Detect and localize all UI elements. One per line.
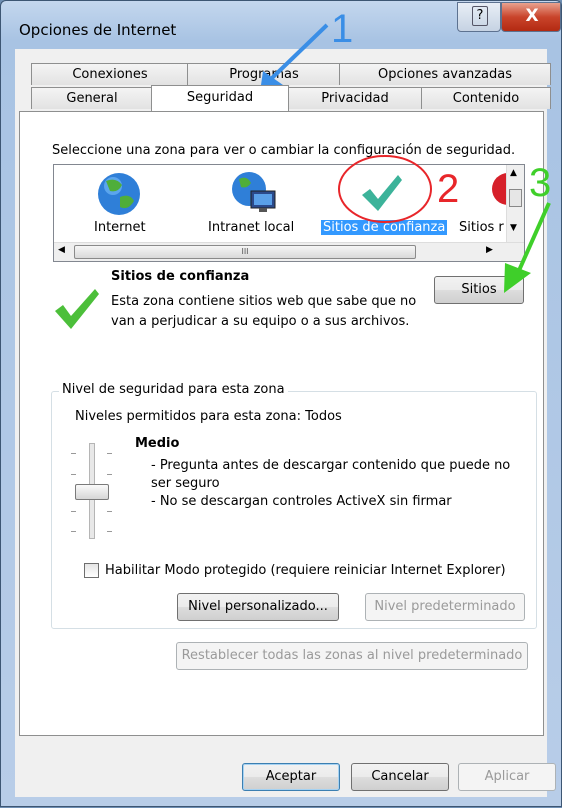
default-level-button[interactable]: Nivel predeterminado [365,593,525,621]
dialog-window: Opciones de Internet ? X Conexiones Prog… [0,0,562,807]
tab-privacidad[interactable]: Privacidad [287,87,423,109]
tab-contenido[interactable]: Contenido [421,87,551,109]
ok-button[interactable]: Aceptar [242,763,340,791]
custom-level-button[interactable]: Nivel personalizado... [177,593,339,621]
security-level-detail-3: - No se descargan controles ActiveX sin … [151,494,452,509]
scroll-right-icon[interactable]: ▶ [486,245,493,255]
scroll-left-icon[interactable]: ◀ [58,245,65,255]
apply-button[interactable]: Aplicar [458,763,556,791]
annotation-number-3: 3 [529,161,552,205]
tab-programas[interactable]: Programas [187,63,341,85]
sites-button[interactable]: Sitios [434,276,524,304]
close-icon: X [525,6,539,26]
zone-internet[interactable]: Internet [94,220,146,235]
help-icon: ? [472,6,488,26]
security-level-slider[interactable] [67,441,119,539]
slider-thumb[interactable] [75,484,109,500]
zone-description-1: Esta zona contiene sitios web que sabe q… [111,294,417,309]
security-level-name: Medio [135,436,180,451]
trusted-check-icon [362,175,402,211]
security-level-detail-2: ser seguro [151,476,220,491]
tab-conexiones[interactable]: Conexiones [31,63,189,85]
annotation-number-1: 1 [331,7,354,51]
reset-all-zones-button[interactable]: Restablecer todas las zonas al nivel pre… [176,642,528,670]
globe-icon [98,173,140,215]
trusted-zone-check-icon [55,289,99,329]
window-title: Opciones de Internet [19,21,177,39]
intranet-globe-icon [232,172,276,212]
protected-mode-checkbox[interactable] [84,563,99,578]
security-level-group-title: Nivel de seguridad para esta zona [59,382,288,397]
zone-description-2: van a perjudicar a su equipo o a sus arc… [111,314,410,329]
scroll-down-icon[interactable]: ▼ [510,223,517,233]
hscroll-thumb[interactable]: III [74,245,416,259]
scroll-thumb[interactable] [509,189,522,207]
tab-general[interactable]: General [31,87,153,109]
close-button[interactable]: X [501,2,561,32]
title-bar[interactable]: Opciones de Internet ? X [1,1,561,49]
zone-horizontal-scrollbar[interactable]: ◀ III ▶ [54,242,524,261]
annotation-number-2: 2 [437,167,460,211]
cancel-button[interactable]: Cancelar [351,763,449,791]
zone-restricted[interactable]: Sitios r [459,220,504,235]
scroll-up-icon[interactable]: ▲ [510,168,517,178]
zone-instruction: Seleccione una zona para ver o cambiar l… [52,143,516,158]
zone-vertical-scrollbar[interactable]: ▲ ▼ [506,165,524,243]
help-button[interactable]: ? [457,2,501,32]
security-level-detail-1: - Pregunta antes de descargar contenido … [151,458,511,473]
protected-mode-label[interactable]: Habilitar Modo protegido (requiere reini… [105,563,506,578]
allowed-levels-text: Niveles permitidos para esta zona: Todos [75,409,342,424]
tab-opciones-avanzadas[interactable]: Opciones avanzadas [339,63,551,85]
zone-title: Sitios de confianza [111,269,250,284]
zone-trusted-sites[interactable]: Sitios de confianza [321,220,448,235]
zone-intranet-local[interactable]: Intranet local [208,220,294,235]
tab-seguridad[interactable]: Seguridad [151,85,289,111]
